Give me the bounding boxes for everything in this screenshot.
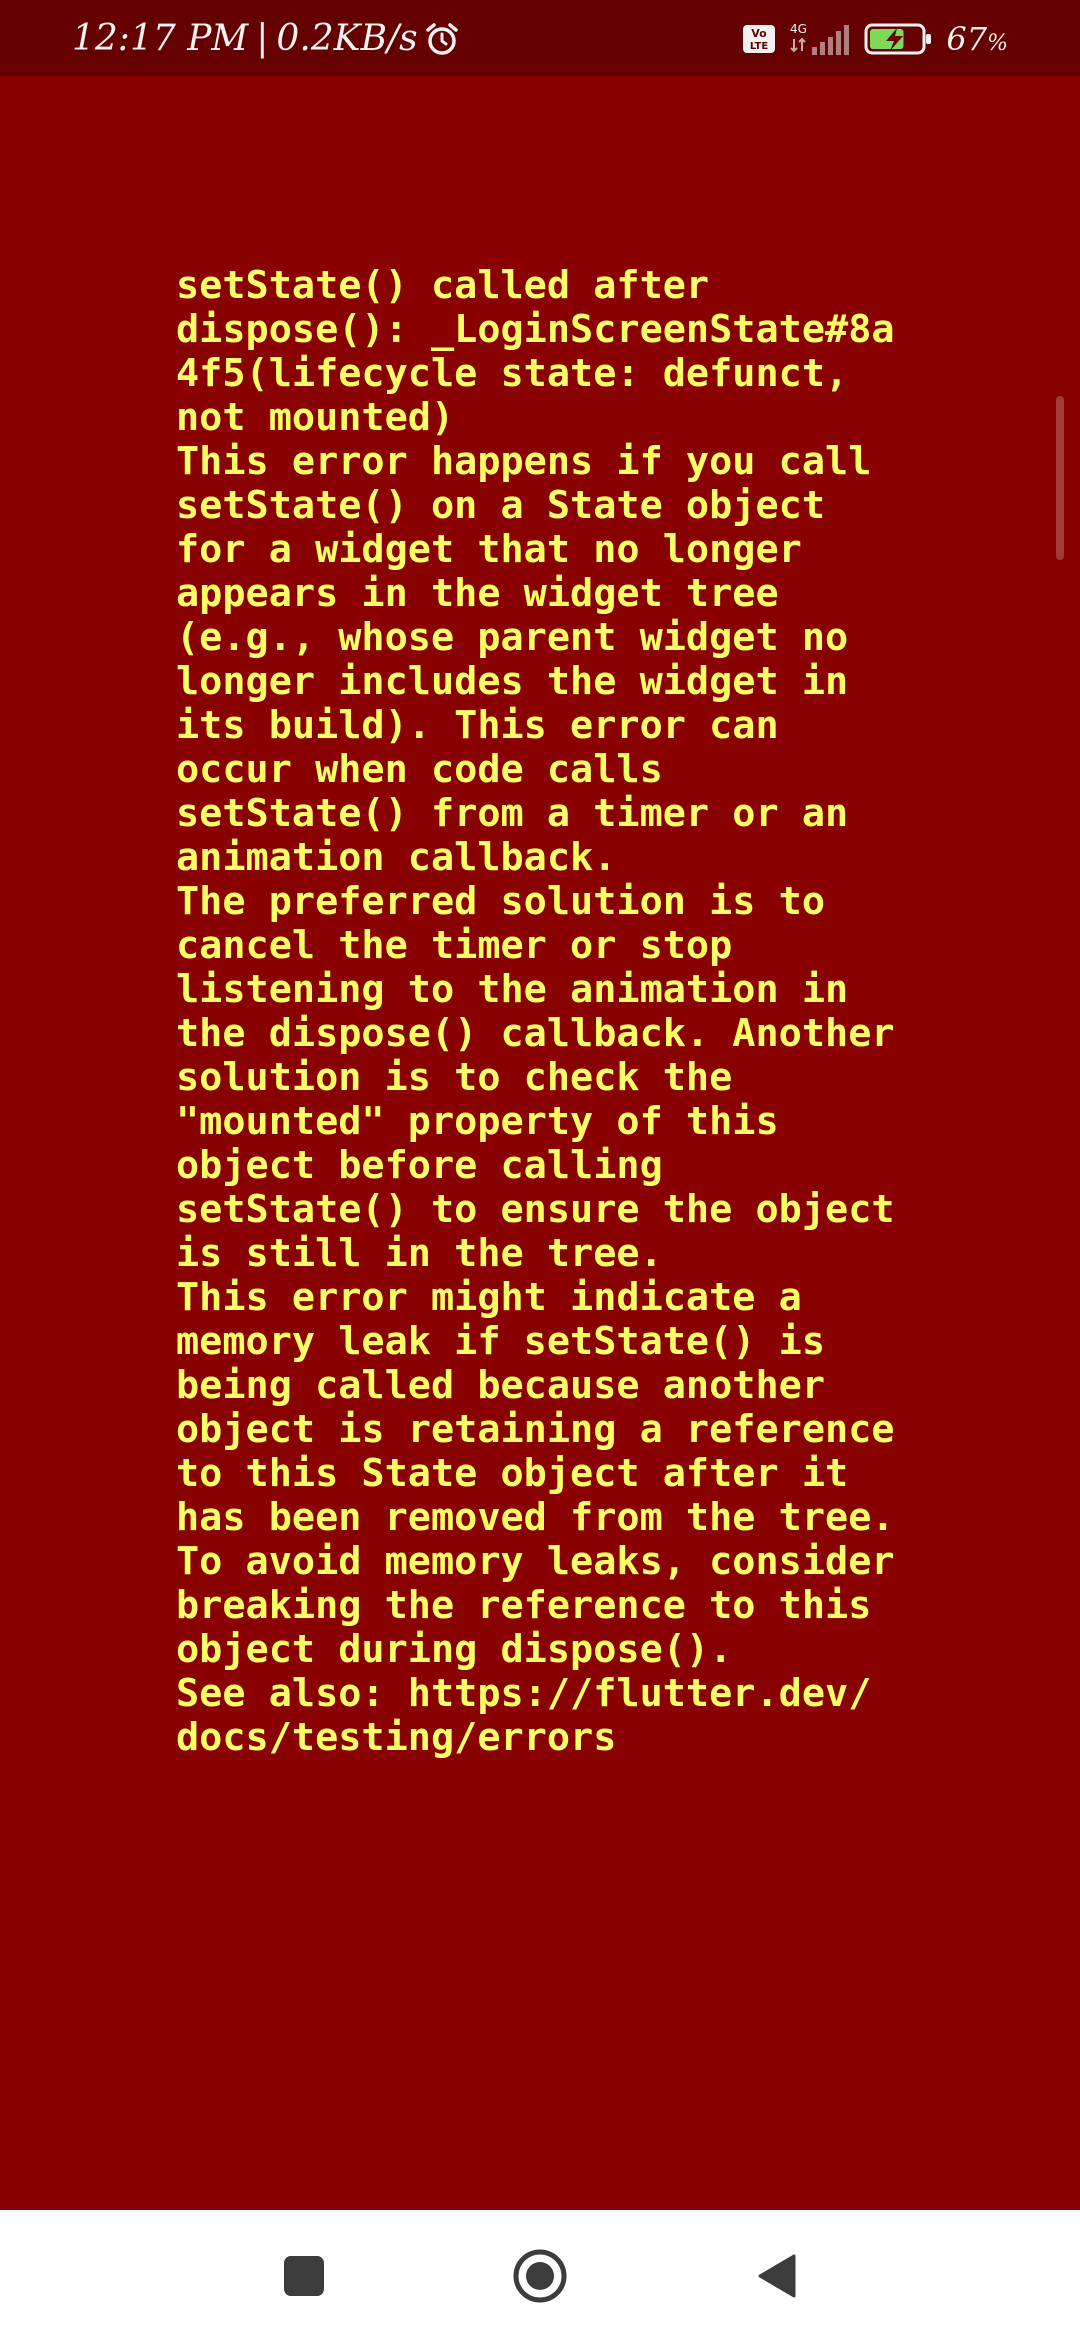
error-line: solution is to check the xyxy=(176,1055,733,1100)
error-line: for a widget that no longer xyxy=(176,527,802,572)
error-line: is still in the tree. xyxy=(176,1231,663,1276)
error-line: The preferred solution is to xyxy=(176,879,826,924)
svg-text:Vo: Vo xyxy=(752,27,768,40)
navigation-bar xyxy=(0,2210,1080,2340)
recents-icon xyxy=(284,2256,324,2296)
screen: 12:17 PM | 0.2KB/s Vo LTE 4G 67% setStat… xyxy=(0,0,1080,2340)
network-speed: 0.2KB/s xyxy=(276,18,418,59)
error-line: setState() on a State object xyxy=(176,483,826,528)
error-line: object during dispose(). xyxy=(176,1627,733,1672)
error-line: the dispose() callback. Another xyxy=(176,1011,895,1056)
status-left: 12:17 PM | 0.2KB/s xyxy=(72,18,460,59)
error-line: See also: https://flutter.dev/ xyxy=(176,1671,872,1716)
error-line: to this State object after it xyxy=(176,1451,849,1496)
error-line: setState() from a timer or an xyxy=(176,791,849,836)
error-line: animation callback. xyxy=(176,835,617,880)
error-line: dispose(): _LoginScreenState#8a xyxy=(176,307,895,352)
error-line: setState() to ensure the object xyxy=(176,1187,895,1232)
back-icon xyxy=(758,2254,796,2298)
error-line: has been removed from the tree. xyxy=(176,1495,895,1540)
error-line: not mounted) xyxy=(176,395,455,440)
error-line: docs/testing/errors xyxy=(176,1715,617,1760)
error-line: its build). This error can xyxy=(176,703,779,748)
scrollbar[interactable] xyxy=(1056,396,1064,560)
status-right: Vo LTE 4G 67% xyxy=(742,20,1008,58)
signal-icon: 4G xyxy=(790,22,850,55)
error-line: 4f5(lifecycle state: defunct, xyxy=(176,351,849,396)
error-line: appears in the widget tree xyxy=(176,571,779,616)
back-button[interactable] xyxy=(732,2232,820,2320)
error-message: setState() called after dispose(): _Login… xyxy=(176,264,936,1760)
home-icon xyxy=(513,2249,567,2303)
error-line: cancel the timer or stop xyxy=(176,923,733,968)
battery-percent: 67% xyxy=(946,20,1008,58)
error-line: object before calling xyxy=(176,1143,663,1188)
status-separator: | xyxy=(256,18,269,59)
recents-button[interactable] xyxy=(260,2232,348,2320)
error-line: (e.g., whose parent widget no xyxy=(176,615,849,660)
error-line: This error happens if you call xyxy=(176,439,872,484)
battery-charging-icon xyxy=(864,23,932,55)
battery-percent-value: 67 xyxy=(946,20,988,58)
svg-text:LTE: LTE xyxy=(750,41,769,52)
error-line: "mounted" property of this xyxy=(176,1099,779,1144)
error-line: breaking the reference to this xyxy=(176,1583,872,1628)
error-line: memory leak if setState() is xyxy=(176,1319,826,1364)
error-line: being called because another xyxy=(176,1363,826,1408)
home-button[interactable] xyxy=(496,2232,584,2320)
error-line: object is retaining a reference xyxy=(176,1407,895,1452)
battery-percent-unit: % xyxy=(987,31,1008,56)
error-line: listening to the animation in xyxy=(176,967,849,1012)
error-line: This error might indicate a xyxy=(176,1275,802,1320)
status-time: 12:17 PM xyxy=(72,18,249,59)
error-line: To avoid memory leaks, consider xyxy=(176,1539,895,1584)
network-type-label: 4G xyxy=(790,22,807,36)
alarm-icon xyxy=(425,22,458,55)
status-bar: 12:17 PM | 0.2KB/s Vo LTE 4G 67% xyxy=(0,0,1080,76)
error-line: longer includes the widget in xyxy=(176,659,849,704)
error-line: occur when code calls xyxy=(176,747,663,792)
error-line: setState() called after xyxy=(176,263,710,308)
volte-icon: Vo LTE xyxy=(743,25,776,53)
